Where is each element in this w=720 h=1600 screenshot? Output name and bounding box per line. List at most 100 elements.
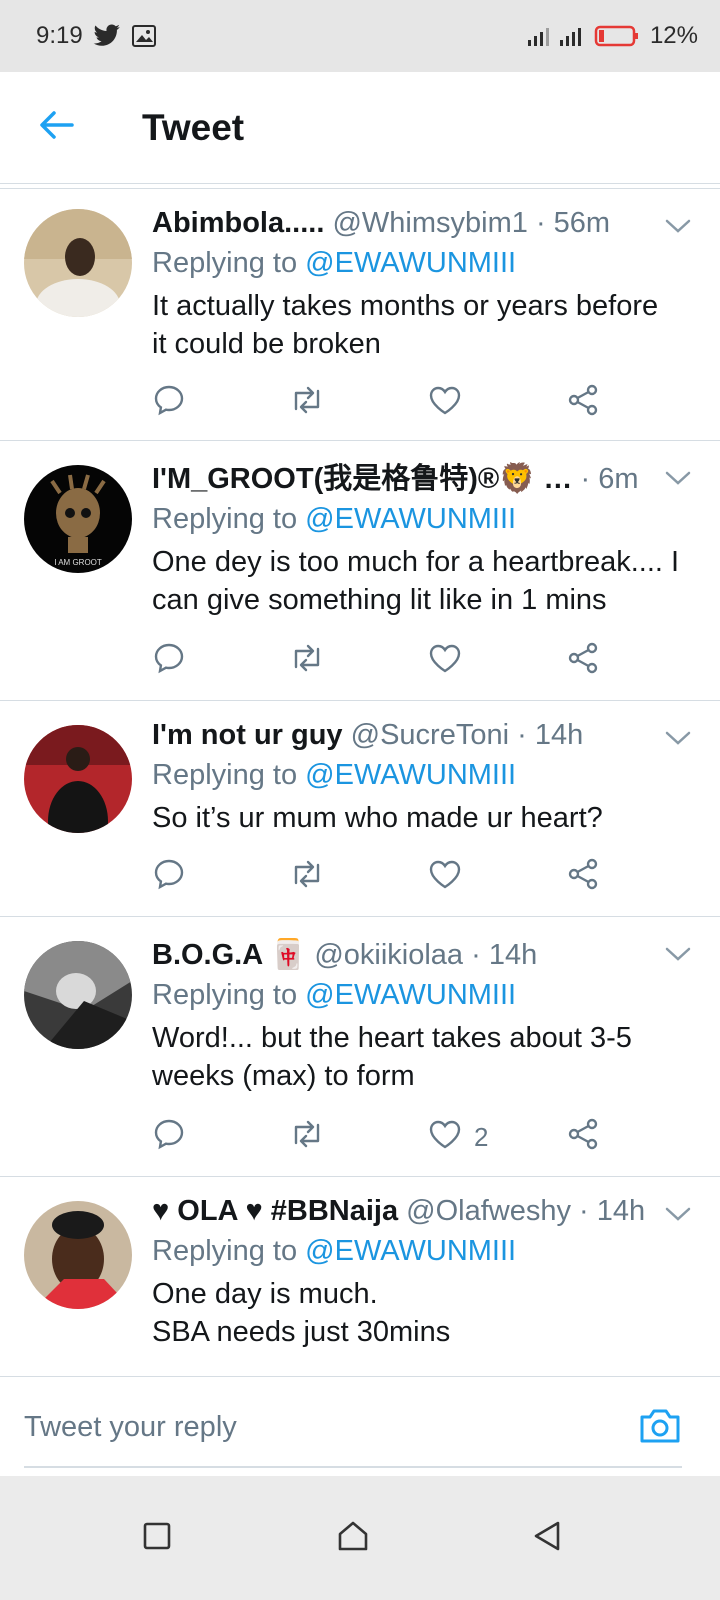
status-time: 9:19 <box>36 22 83 49</box>
triangle-back-icon <box>532 1520 562 1557</box>
tweet-text-line: One dey is too much for a heartbreak....… <box>152 546 680 578</box>
replying-handle[interactable]: @EWAWUNMIII <box>305 1235 516 1267</box>
tweet-actions: 2 <box>152 1117 612 1157</box>
tweet-item[interactable]: Abimbola..... @Whimsybim1 · 56m Replying… <box>0 189 720 441</box>
heart-icon <box>428 858 462 897</box>
comment-icon <box>152 1117 186 1158</box>
tweet-time: 14h <box>534 719 584 751</box>
like-button[interactable] <box>428 641 474 681</box>
chevron-down-icon[interactable] <box>664 217 692 235</box>
tweet-text: So it’s ur mum who made ur heart? <box>152 799 700 837</box>
tweet-text-line: SBA needs just 30mins <box>152 1316 451 1348</box>
share-button[interactable] <box>566 857 600 897</box>
user-name[interactable]: I'm not ur guy <box>152 719 343 751</box>
tweet-text-line: weeks (max) to form <box>152 1060 415 1092</box>
gallery-icon <box>131 24 157 48</box>
share-button[interactable] <box>566 641 600 681</box>
avatar[interactable] <box>24 725 132 833</box>
replying-to: Replying to @EWAWUNMIII <box>152 1233 700 1269</box>
user-handle[interactable]: @okiikiolaa <box>314 939 463 971</box>
chevron-down-icon[interactable] <box>664 729 692 747</box>
avatar[interactable] <box>24 209 132 317</box>
tweet-text-line: One day is much. <box>152 1278 378 1310</box>
replying-handle[interactable]: @EWAWUNMIII <box>305 503 516 535</box>
tweet-meta: B.O.G.A 🀄 @okiikiolaa · 14h <box>152 937 700 973</box>
tweet-item[interactable]: I'm not ur guy @SucreToni · 14h Replying… <box>0 701 720 917</box>
reply-button[interactable] <box>152 641 186 681</box>
replying-prefix: Replying to <box>152 1235 298 1267</box>
chevron-down-icon[interactable] <box>664 469 692 487</box>
svg-text:I AM GROOT: I AM GROOT <box>54 558 102 567</box>
tweet-meta: Abimbola..... @Whimsybim1 · 56m <box>152 205 700 241</box>
tweet-text-line: it could be broken <box>152 328 381 360</box>
user-handle[interactable]: @Olafweshy <box>406 1195 571 1227</box>
share-icon <box>566 383 600 424</box>
tweet-item[interactable]: B.O.G.A 🀄 @okiikiolaa · 14h Replying to … <box>0 917 720 1177</box>
separator-dot: · <box>580 463 591 495</box>
avatar[interactable] <box>24 941 132 1049</box>
retweet-button[interactable] <box>288 1117 326 1157</box>
chevron-down-icon[interactable] <box>664 945 692 963</box>
share-button[interactable] <box>566 1117 600 1157</box>
tweet-actions <box>152 383 612 423</box>
back-nav-button[interactable] <box>523 1514 571 1562</box>
tweet-item[interactable]: ♥ OLA ♥ #BBNaija @Olafweshy · 14h Replyi… <box>0 1177 720 1375</box>
battery-percent: 12% <box>649 22 698 49</box>
reply-button[interactable] <box>152 857 186 897</box>
status-left: 9:19 <box>36 22 157 50</box>
reply-feed: Abimbola..... @Whimsybim1 · 56m Replying… <box>0 189 720 1375</box>
user-name[interactable]: I'M_GROOT(我是格鲁特)®🦁 … <box>152 463 572 495</box>
replying-handle[interactable]: @EWAWUNMIII <box>305 247 516 279</box>
comment-icon <box>152 857 186 898</box>
reply-composer <box>0 1376 720 1476</box>
heart-icon <box>428 1118 462 1157</box>
tweet-text-line: It actually takes months or years before <box>152 290 659 322</box>
tweet-meta: I'M_GROOT(我是格鲁特)®🦁 … · 6m <box>152 461 700 497</box>
share-button[interactable] <box>566 383 600 423</box>
chevron-down-icon[interactable] <box>664 1205 692 1223</box>
arrow-left-icon <box>38 109 74 146</box>
user-name[interactable]: Abimbola..... <box>152 207 324 239</box>
user-handle[interactable]: @Whimsybim1 <box>332 207 527 239</box>
status-bar: 9:19 12% <box>0 0 720 72</box>
replying-handle[interactable]: @EWAWUNMIII <box>305 759 516 791</box>
tweet-time: 6m <box>598 463 639 495</box>
comment-icon <box>152 383 186 424</box>
avatar[interactable]: I AM GROOT <box>24 465 132 573</box>
replying-handle[interactable]: @EWAWUNMIII <box>305 979 516 1011</box>
reply-input[interactable] <box>24 1403 604 1451</box>
like-button[interactable]: 2 <box>428 1117 488 1157</box>
replying-prefix: Replying to <box>152 759 298 791</box>
back-button[interactable] <box>26 98 86 158</box>
retweet-button[interactable] <box>288 383 326 423</box>
user-name[interactable]: ♥ OLA ♥ #BBNaija <box>152 1195 398 1227</box>
like-button[interactable] <box>428 857 474 897</box>
recent-apps-button[interactable] <box>133 1514 181 1562</box>
replying-prefix: Replying to <box>152 503 298 535</box>
retweet-button[interactable] <box>288 857 326 897</box>
camera-button[interactable] <box>638 1405 682 1445</box>
replying-to: Replying to @EWAWUNMIII <box>152 757 700 793</box>
like-button[interactable] <box>428 383 474 423</box>
user-name[interactable]: B.O.G.A 🀄 <box>152 939 306 971</box>
tweet-item[interactable]: I AM GROOT I'M_GROOT(我是格鲁特)®🦁 … · 6m Rep… <box>0 441 720 701</box>
replying-to: Replying to @EWAWUNMIII <box>152 977 700 1013</box>
reply-button[interactable] <box>152 383 186 423</box>
heart-icon <box>428 642 462 681</box>
camera-icon <box>638 1409 682 1449</box>
heart-icon <box>428 384 462 423</box>
tweet-body: I'M_GROOT(我是格鲁特)®🦁 … · 6m Replying to @E… <box>152 461 700 619</box>
tweet-actions <box>152 857 612 897</box>
twitter-icon <box>93 24 121 48</box>
app-header: Tweet <box>0 72 720 184</box>
tweet-body: B.O.G.A 🀄 @okiikiolaa · 14h Replying to … <box>152 937 700 1095</box>
user-handle[interactable]: @SucreToni <box>351 719 509 751</box>
home-button[interactable] <box>329 1514 377 1562</box>
avatar[interactable] <box>24 1201 132 1309</box>
reply-button[interactable] <box>152 1117 186 1157</box>
separator-dot: · <box>471 939 481 971</box>
replying-prefix: Replying to <box>152 247 298 279</box>
like-count: 2 <box>474 1121 489 1152</box>
retweet-button[interactable] <box>288 641 326 681</box>
tweet-actions <box>152 641 612 681</box>
